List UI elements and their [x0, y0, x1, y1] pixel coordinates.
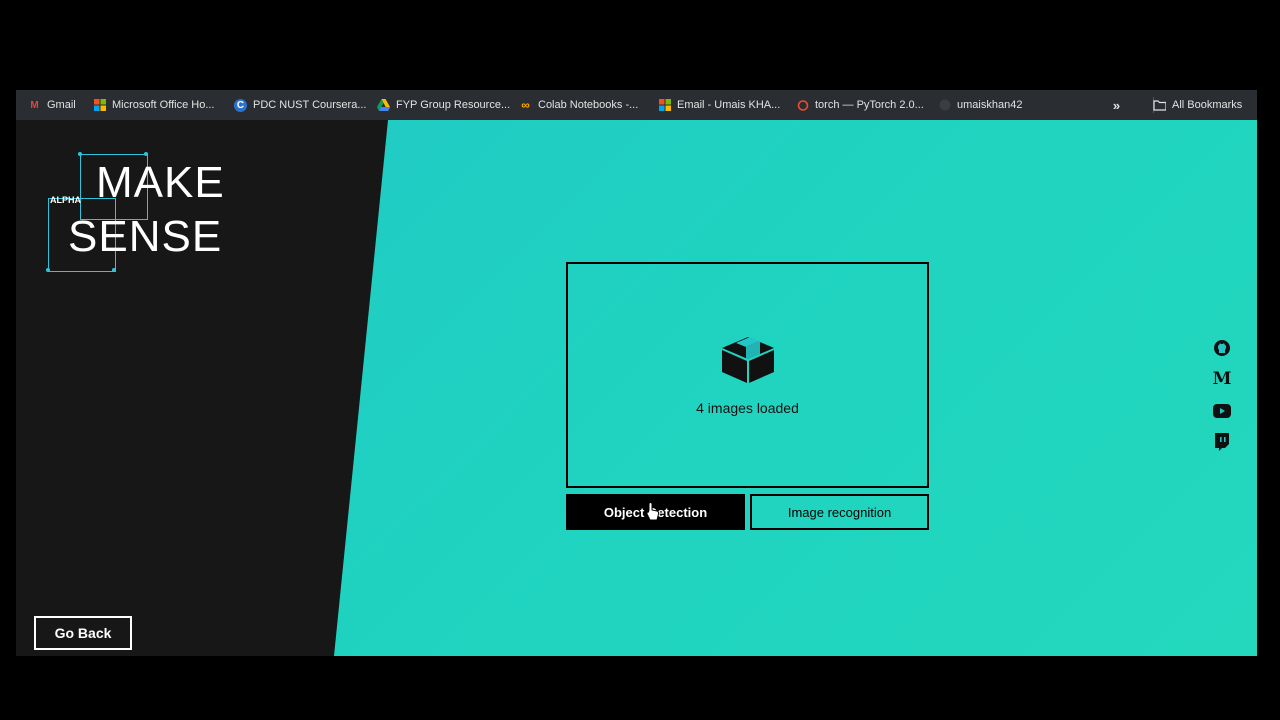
bookmark-github[interactable]: umaiskhan42	[938, 90, 1022, 120]
bookmark-label: Colab Notebooks -...	[538, 99, 639, 111]
go-back-button[interactable]: Go Back	[34, 616, 132, 650]
bookmark-colab[interactable]: ∞ Colab Notebooks -...	[519, 90, 638, 120]
bookmark-pytorch[interactable]: torch — PyTorch 2.0...	[796, 90, 924, 120]
bookmark-fyp-group[interactable]: FYP Group Resource...	[377, 90, 510, 120]
images-loaded-text: 4 images loaded	[696, 399, 799, 416]
bookmark-label: Email - Umais KHA...	[677, 99, 781, 111]
bookmark-label: torch — PyTorch 2.0...	[815, 99, 924, 111]
mouse-cursor-icon	[646, 501, 660, 527]
bookmark-email[interactable]: Email - Umais KHA...	[658, 90, 780, 120]
logo-make: MAKE	[96, 158, 225, 207]
coursera-icon: C	[234, 98, 247, 112]
bookmark-label: PDC NUST Coursera...	[253, 99, 367, 111]
microsoft-icon	[658, 99, 671, 112]
folder-icon	[1153, 99, 1166, 112]
bookmark-microsoft-office[interactable]: Microsoft Office Ho...	[93, 90, 215, 120]
github-icon	[938, 99, 951, 112]
pytorch-icon	[796, 99, 809, 112]
app-area: ALPHA MAKE SENSE 4 images loaded Object …	[16, 120, 1257, 656]
bookmark-label: umaiskhan42	[957, 99, 1023, 111]
make-sense-logo: ALPHA MAKE SENSE	[46, 150, 236, 280]
logo-sense: SENSE	[68, 212, 223, 261]
bookmark-label: All Bookmarks	[1172, 99, 1243, 111]
bookmark-label: Gmail	[47, 99, 76, 111]
all-bookmarks-button[interactable]: All Bookmarks	[1153, 90, 1242, 120]
bookmarks-bar: M Gmail Microsoft Office Ho... C PDC NUS…	[16, 90, 1257, 120]
double-chevron-right-icon: »	[1112, 97, 1121, 113]
logo-dot	[112, 268, 116, 272]
bookmark-label: FYP Group Resource...	[396, 99, 511, 111]
bookmark-label: Microsoft Office Ho...	[112, 99, 215, 111]
image-recognition-button[interactable]: Image recognition	[750, 494, 929, 530]
microsoft-icon	[93, 99, 106, 112]
colab-icon: ∞	[521, 98, 530, 112]
more-bookmarks-button[interactable]: »	[1110, 90, 1123, 120]
bookmark-coursera[interactable]: C PDC NUST Coursera...	[234, 90, 367, 120]
youtube-icon[interactable]	[1212, 401, 1232, 421]
image-dropzone[interactable]: 4 images loaded	[566, 262, 929, 488]
google-drive-icon	[377, 99, 390, 112]
github-icon[interactable]	[1212, 338, 1232, 358]
logo-dot	[46, 268, 50, 272]
medium-icon[interactable]: M	[1212, 369, 1232, 389]
twitch-icon[interactable]	[1212, 432, 1232, 452]
logo-dot	[78, 152, 82, 156]
box-icon	[720, 335, 776, 390]
gmail-icon: M	[30, 99, 39, 111]
bookmark-gmail[interactable]: M Gmail	[28, 90, 76, 120]
logo-alpha: ALPHA	[50, 195, 81, 205]
logo-dot	[144, 152, 148, 156]
